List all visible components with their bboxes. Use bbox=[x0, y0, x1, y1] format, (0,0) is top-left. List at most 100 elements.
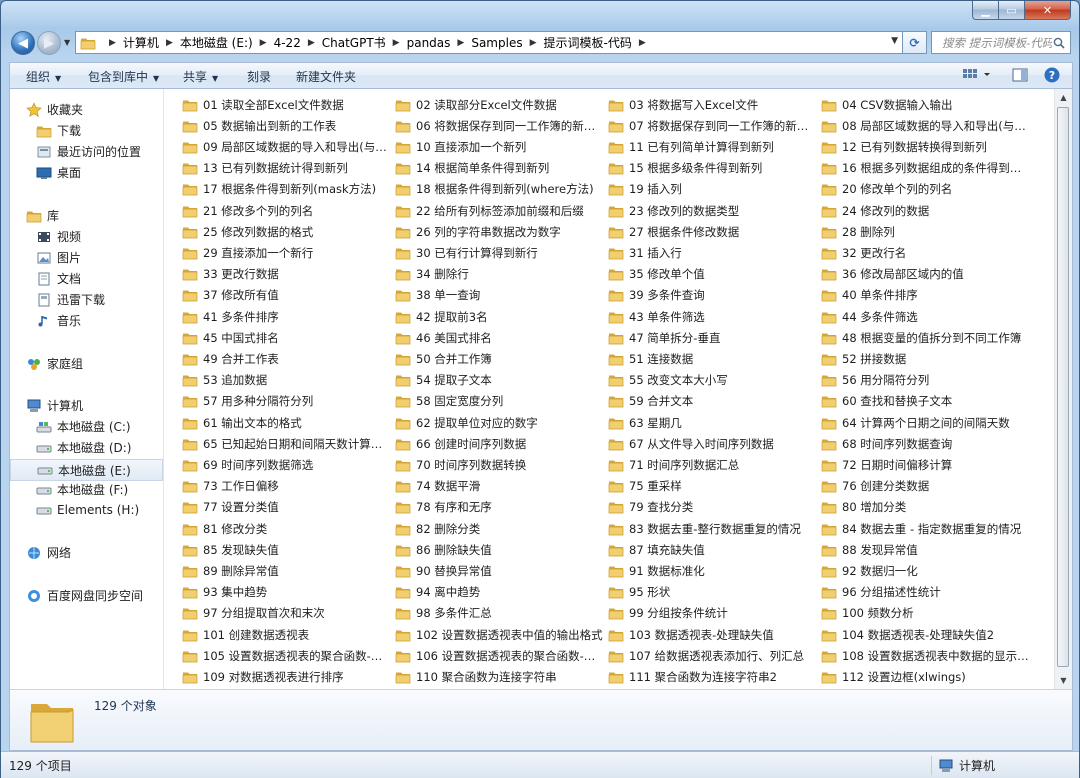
breadcrumb-computer[interactable]: 计算机 bbox=[123, 34, 159, 51]
folder-item[interactable]: 110 聚合函数为连接字符串 bbox=[395, 666, 605, 687]
sidebar-item-drive-d[interactable]: 本地磁盘 (D:) bbox=[36, 439, 131, 456]
folder-item[interactable]: 96 分组描述性统计 bbox=[821, 582, 1031, 603]
folder-item[interactable]: 100 频数分析 bbox=[821, 603, 1031, 624]
folder-item[interactable]: 101 创建数据透视表 bbox=[182, 624, 392, 645]
address-dropdown-icon[interactable]: ▼ bbox=[891, 36, 898, 46]
folder-item[interactable]: 40 单条件排序 bbox=[821, 285, 1031, 306]
scrollbar-thumb[interactable] bbox=[1057, 107, 1069, 667]
folder-item[interactable]: 52 拼接数据 bbox=[821, 348, 1031, 369]
folder-item[interactable]: 91 数据标准化 bbox=[608, 560, 818, 581]
folder-item[interactable]: 16 根据多列数据组成的条件得到新列 bbox=[821, 158, 1031, 179]
folder-item[interactable]: 93 集中趋势 bbox=[182, 582, 392, 603]
folder-item[interactable]: 43 单条件筛选 bbox=[608, 306, 818, 327]
folder-item[interactable]: 09 局部区域数据的导入和导出(与O... bbox=[182, 136, 392, 157]
folder-item[interactable]: 47 简单拆分-垂直 bbox=[608, 327, 818, 348]
folder-item[interactable]: 99 分组按条件统计 bbox=[608, 603, 818, 624]
folder-item[interactable]: 38 单一查询 bbox=[395, 285, 605, 306]
vertical-scrollbar[interactable]: ▲ ▼ bbox=[1054, 89, 1072, 689]
folder-item[interactable]: 15 根据多级条件得到新列 bbox=[608, 158, 818, 179]
folder-item[interactable]: 84 数据去重 - 指定数据重复的情况 bbox=[821, 518, 1031, 539]
close-button[interactable]: ✕ bbox=[1025, 1, 1071, 20]
folder-item[interactable]: 63 星期几 bbox=[608, 412, 818, 433]
folder-item[interactable]: 05 数据输出到新的工作表 bbox=[182, 115, 392, 136]
chevron-right-icon[interactable]: ▶ bbox=[393, 38, 400, 48]
sidebar-item-drive-e[interactable]: 本地磁盘 (E:) bbox=[10, 459, 163, 481]
sidebar-item-music[interactable]: 音乐 bbox=[36, 312, 81, 329]
breadcrumb-drive-e[interactable]: 本地磁盘 (E:) bbox=[180, 34, 253, 51]
sidebar-item-computer[interactable]: 计算机 bbox=[26, 397, 83, 414]
breadcrumb-4-22[interactable]: 4-22 bbox=[274, 36, 301, 50]
chevron-right-icon[interactable]: ▶ bbox=[639, 38, 646, 48]
folder-item[interactable]: 13 已有列数据统计得到新列 bbox=[182, 158, 392, 179]
sidebar-item-pictures[interactable]: 图片 bbox=[36, 249, 81, 266]
folder-item[interactable]: 74 数据平滑 bbox=[395, 476, 605, 497]
folder-item[interactable]: 17 根据条件得到新列(mask方法) bbox=[182, 179, 392, 200]
breadcrumb-current[interactable]: 提示词模板-代码 bbox=[544, 34, 632, 51]
folder-item[interactable]: 08 局部区域数据的导入和导出(与xl... bbox=[821, 115, 1031, 136]
folder-item[interactable]: 89 删除异常值 bbox=[182, 560, 392, 581]
folder-item[interactable]: 112 设置边框(xlwings) bbox=[821, 666, 1031, 687]
folder-item[interactable]: 27 根据条件修改数据 bbox=[608, 221, 818, 242]
folder-item[interactable]: 48 根据变量的值拆分到不同工作簿 bbox=[821, 327, 1031, 348]
folder-item[interactable]: 92 数据归一化 bbox=[821, 560, 1031, 581]
folder-item[interactable]: 35 修改单个值 bbox=[608, 264, 818, 285]
chevron-right-icon[interactable]: ▶ bbox=[457, 38, 464, 48]
search-icon[interactable] bbox=[1052, 37, 1066, 49]
recent-pages-dropdown[interactable]: ▼ bbox=[64, 38, 70, 47]
folder-item[interactable]: 02 读取部分Excel文件数据 bbox=[395, 94, 605, 115]
folder-item[interactable]: 22 给所有列标签添加前缀和后缀 bbox=[395, 200, 605, 221]
folder-item[interactable]: 90 替换异常值 bbox=[395, 560, 605, 581]
folder-item[interactable]: 14 根据简单条件得到新列 bbox=[395, 158, 605, 179]
organize-menu[interactable]: 组织 ▼ bbox=[26, 68, 61, 85]
folder-item[interactable]: 24 修改列的数据 bbox=[821, 200, 1031, 221]
folder-item[interactable]: 19 插入列 bbox=[608, 179, 818, 200]
search-box[interactable]: 搜索 提示词模板-代码 bbox=[931, 31, 1071, 54]
sidebar-item-downloads[interactable]: 下载 bbox=[36, 122, 81, 139]
folder-item[interactable]: 25 修改列数据的格式 bbox=[182, 221, 392, 242]
share-menu[interactable]: 共享 ▼ bbox=[183, 68, 218, 85]
folder-item[interactable]: 39 多条件查询 bbox=[608, 285, 818, 306]
folder-item[interactable]: 75 重采样 bbox=[608, 476, 818, 497]
breadcrumb-pandas[interactable]: pandas bbox=[407, 36, 451, 50]
folder-item[interactable]: 70 时间序列数据转换 bbox=[395, 454, 605, 475]
folder-item[interactable]: 85 发现缺失值 bbox=[182, 539, 392, 560]
folder-item[interactable]: 45 中国式排名 bbox=[182, 327, 392, 348]
folder-item[interactable]: 72 日期时间偏移计算 bbox=[821, 454, 1031, 475]
folder-item[interactable]: 59 合并文本 bbox=[608, 391, 818, 412]
folder-item[interactable]: 103 数据透视表-处理缺失值 bbox=[608, 624, 818, 645]
folder-item[interactable]: 81 修改分类 bbox=[182, 518, 392, 539]
folder-item[interactable]: 30 已有行计算得到新行 bbox=[395, 242, 605, 263]
sidebar-item-videos[interactable]: 视频 bbox=[36, 228, 81, 245]
folder-item[interactable]: 106 设置数据透视表的聚合函数-次数 bbox=[395, 645, 605, 666]
folder-item[interactable]: 29 直接添加一个新行 bbox=[182, 242, 392, 263]
sidebar-item-baidu[interactable]: 百度网盘同步空间 bbox=[26, 587, 143, 604]
folder-item[interactable]: 104 数据透视表-处理缺失值2 bbox=[821, 624, 1031, 645]
chevron-right-icon[interactable]: ▶ bbox=[308, 38, 315, 48]
help-button[interactable]: ? bbox=[1043, 66, 1061, 87]
folder-item[interactable]: 23 修改列的数据类型 bbox=[608, 200, 818, 221]
folder-item[interactable]: 04 CSV数据输入输出 bbox=[821, 94, 1031, 115]
sidebar-item-network[interactable]: 网络 bbox=[26, 544, 71, 561]
sidebar-item-favorites[interactable]: 收藏夹 bbox=[26, 101, 83, 118]
folder-item[interactable]: 98 多条件汇总 bbox=[395, 603, 605, 624]
back-button[interactable]: ◀ bbox=[11, 31, 35, 55]
folder-item[interactable]: 80 增加分类 bbox=[821, 497, 1031, 518]
folder-item[interactable]: 10 直接添加一个新列 bbox=[395, 136, 605, 157]
folder-item[interactable]: 28 删除列 bbox=[821, 221, 1031, 242]
folder-item[interactable]: 102 设置数据透视表中值的输出格式 bbox=[395, 624, 605, 645]
sidebar-item-libraries[interactable]: 库 bbox=[26, 207, 59, 224]
folder-item[interactable]: 49 合并工作表 bbox=[182, 348, 392, 369]
folder-item[interactable]: 55 改变文本大小写 bbox=[608, 370, 818, 391]
folder-item[interactable]: 50 合并工作簿 bbox=[395, 348, 605, 369]
folder-item[interactable]: 79 查找分类 bbox=[608, 497, 818, 518]
folder-item[interactable]: 34 删除行 bbox=[395, 264, 605, 285]
folder-item[interactable]: 61 输出文本的格式 bbox=[182, 412, 392, 433]
forward-button[interactable]: ▶ bbox=[37, 31, 61, 55]
scroll-down-icon[interactable]: ▼ bbox=[1055, 672, 1072, 689]
folder-item[interactable]: 58 固定宽度分列 bbox=[395, 391, 605, 412]
folder-item[interactable]: 66 创建时间序列数据 bbox=[395, 433, 605, 454]
sidebar-item-drive-c[interactable]: 本地磁盘 (C:) bbox=[36, 418, 131, 435]
folder-item[interactable]: 105 设置数据透视表的聚合函数-求和 bbox=[182, 645, 392, 666]
folder-item[interactable]: 41 多条件排序 bbox=[182, 306, 392, 327]
address-bar[interactable]: ▶ 计算机 ▶ 本地磁盘 (E:) ▶ 4-22 ▶ ChatGPT书 ▶ pa… bbox=[75, 31, 903, 54]
